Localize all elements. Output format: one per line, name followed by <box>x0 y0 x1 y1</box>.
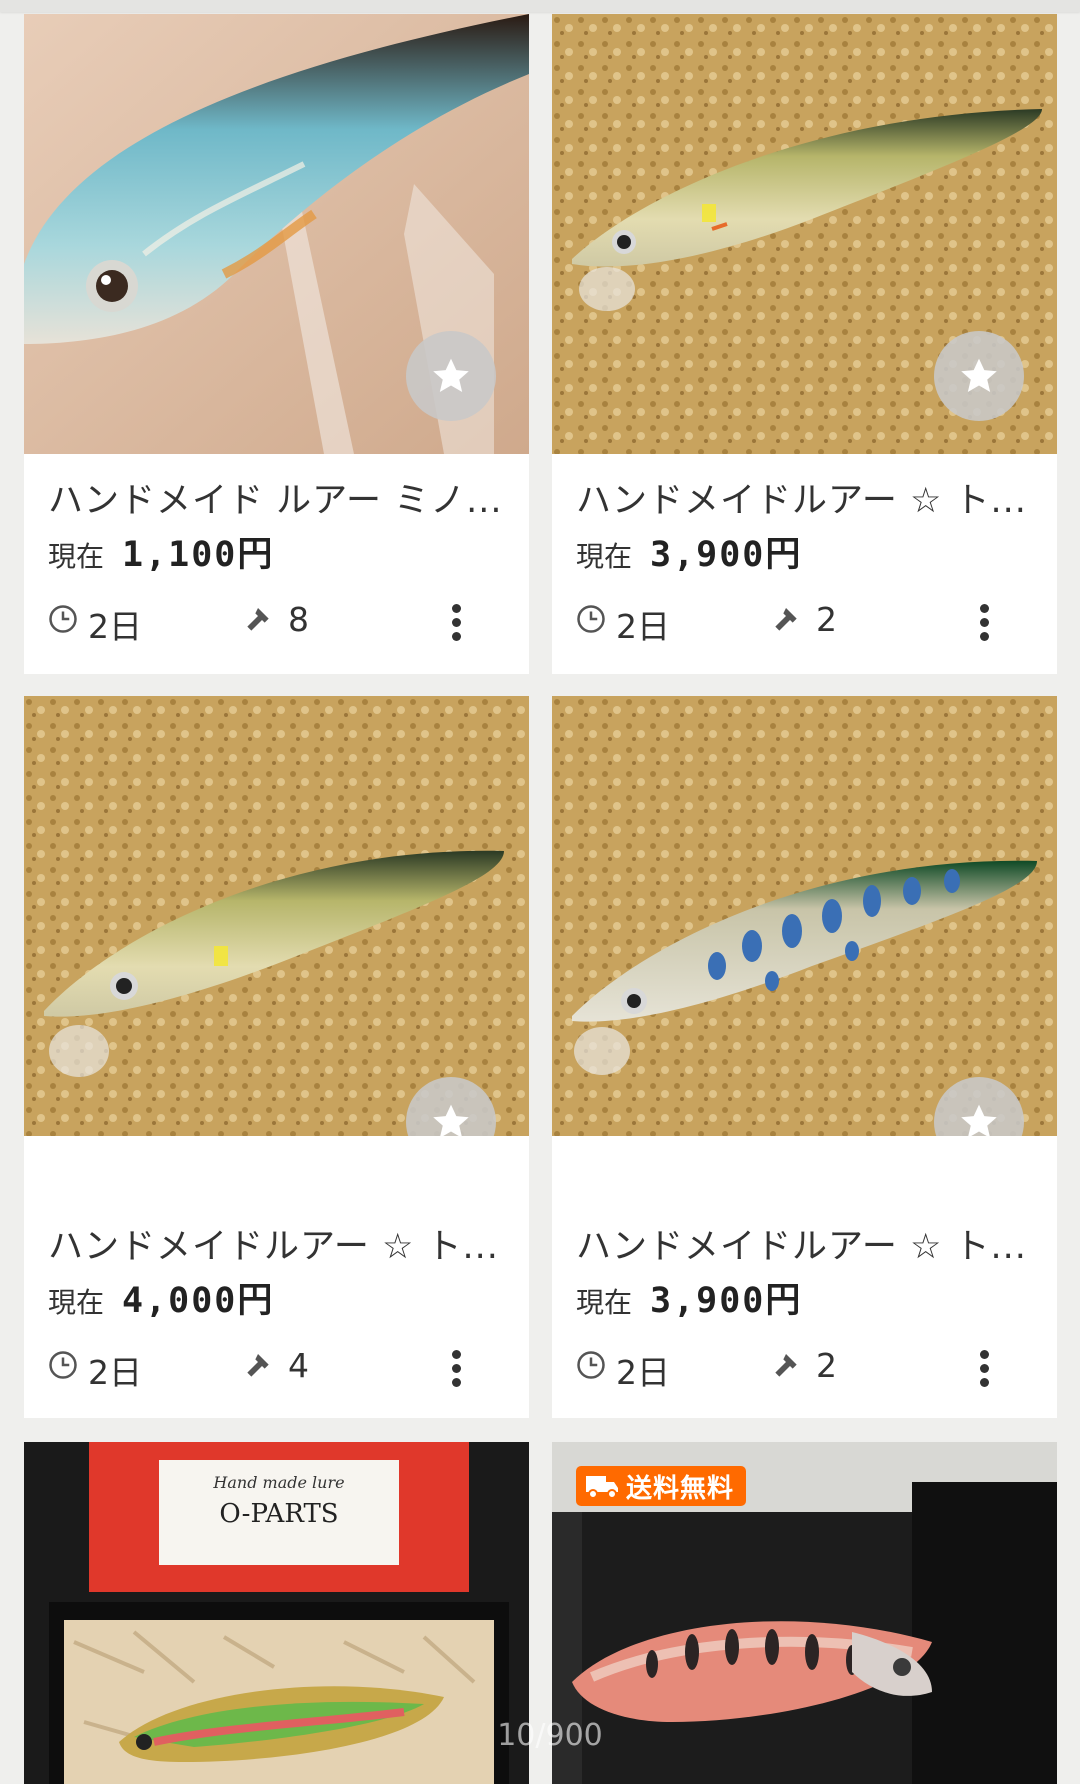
gavel-icon <box>247 608 274 632</box>
more-vert-icon[interactable] <box>980 1350 990 1390</box>
clock-icon <box>49 1351 77 1379</box>
listing-card[interactable]: ハンドメイド ルアー ミノ... 現在 1,100 円 2日 8 <box>24 14 529 674</box>
listing-card-info[interactable]: ハンドメイドルアー ☆ ト... 現在 4,000 円 2日 4 <box>24 1200 529 1418</box>
listing-title[interactable]: ハンドメイドルアー ☆ ト... <box>48 1218 503 1269</box>
listing-title[interactable]: ハンドメイドルアー ☆ ト... <box>576 472 1031 523</box>
listing-info: ハンドメイド ルアー ミノ... 現在 1,100 円 2日 8 <box>24 454 529 674</box>
favorite-button[interactable] <box>406 331 496 421</box>
time-left: 2日 <box>616 1353 670 1392</box>
price-row: 現在 3,900 円 <box>576 1272 800 1323</box>
price-row: 現在 4,000 円 <box>48 1272 272 1323</box>
price-unit: 円 <box>765 1281 801 1321</box>
truck-icon <box>586 1476 618 1499</box>
more-vert-icon[interactable] <box>980 604 990 644</box>
price-row: 現在 3,900 円 <box>576 526 800 577</box>
star-icon <box>961 1104 997 1136</box>
clock-icon <box>577 1351 605 1379</box>
time-left: 2日 <box>616 607 670 646</box>
price-unit: 円 <box>237 1281 273 1321</box>
price-label: 現在 <box>576 1286 633 1319</box>
price-unit: 円 <box>765 535 801 575</box>
star-icon <box>961 358 997 392</box>
price-value: 3,900 <box>650 1281 766 1321</box>
bid-count: 2 <box>816 600 837 639</box>
price-label: 現在 <box>48 540 105 573</box>
svg-text:O-PARTS: O-PARTS <box>219 1499 338 1529</box>
gavel-icon <box>775 608 797 631</box>
product-photo[interactable] <box>552 696 1057 1136</box>
meta-row: 2日 2 <box>576 600 1036 646</box>
gavel-icon <box>247 1354 269 1377</box>
meta-row: 2日 8 <box>48 600 508 646</box>
meta-row: 2日 4 <box>48 1346 508 1392</box>
price-value: 4,000 <box>122 1281 238 1321</box>
product-photo[interactable] <box>24 696 529 1136</box>
time-left: 2日 <box>88 607 142 646</box>
svg-text:Hand made lure: Hand made lure <box>212 1473 344 1492</box>
clock-icon <box>49 605 77 633</box>
listing-title[interactable]: ハンドメイド ルアー ミノ... <box>48 472 503 523</box>
star-icon <box>433 1104 469 1136</box>
bid-count: 4 <box>288 1346 309 1385</box>
price-value: 1,100 <box>122 535 238 575</box>
top-bar <box>0 0 1080 12</box>
listing-card-info[interactable]: ハンドメイドルアー ☆ ト... 現在 3,900 円 2日 2 <box>552 1200 1057 1418</box>
price-value: 3,900 <box>650 535 766 575</box>
bid-count: 2 <box>816 1346 837 1385</box>
listing-info: ハンドメイドルアー ☆ ト... 現在 3,900 円 2日 2 <box>552 1200 1057 1420</box>
bid-count: 8 <box>288 600 309 639</box>
product-photo[interactable] <box>552 14 1057 454</box>
listing-title[interactable]: ハンドメイドルアー ☆ ト... <box>576 1218 1031 1269</box>
price-unit: 円 <box>237 535 273 575</box>
free-shipping-badge: 送料無料 <box>576 1466 747 1506</box>
badge-label: 送料無料 <box>626 1473 735 1504</box>
listing-card[interactable]: ハンドメイドルアー ☆ ト... 現在 3,900 円 2日 2 <box>552 14 1057 674</box>
price-label: 現在 <box>48 1286 105 1319</box>
gavel-icon <box>775 1354 797 1377</box>
clock-icon <box>577 605 605 633</box>
favorite-button[interactable] <box>934 331 1024 421</box>
listing-info: ハンドメイドルアー ☆ ト... 現在 3,900 円 2日 2 <box>552 454 1057 674</box>
listing-card[interactable]: Hand made lure O-PARTS <box>24 1442 529 1784</box>
more-vert-icon[interactable] <box>452 1350 462 1390</box>
price-label: 現在 <box>576 540 633 573</box>
product-photo[interactable]: Hand made lure O-PARTS <box>24 1442 529 1784</box>
price-row: 現在 1,100 円 <box>48 526 272 577</box>
listing-info: ハンドメイドルアー ☆ ト... 現在 4,000 円 2日 4 <box>24 1200 529 1420</box>
product-photo[interactable] <box>24 14 529 454</box>
more-vert-icon[interactable] <box>452 604 462 644</box>
meta-row: 2日 2 <box>576 1346 1036 1392</box>
star-icon <box>433 358 469 392</box>
time-left: 2日 <box>88 1353 142 1392</box>
page-indicator: 10/900 <box>497 1718 603 1753</box>
